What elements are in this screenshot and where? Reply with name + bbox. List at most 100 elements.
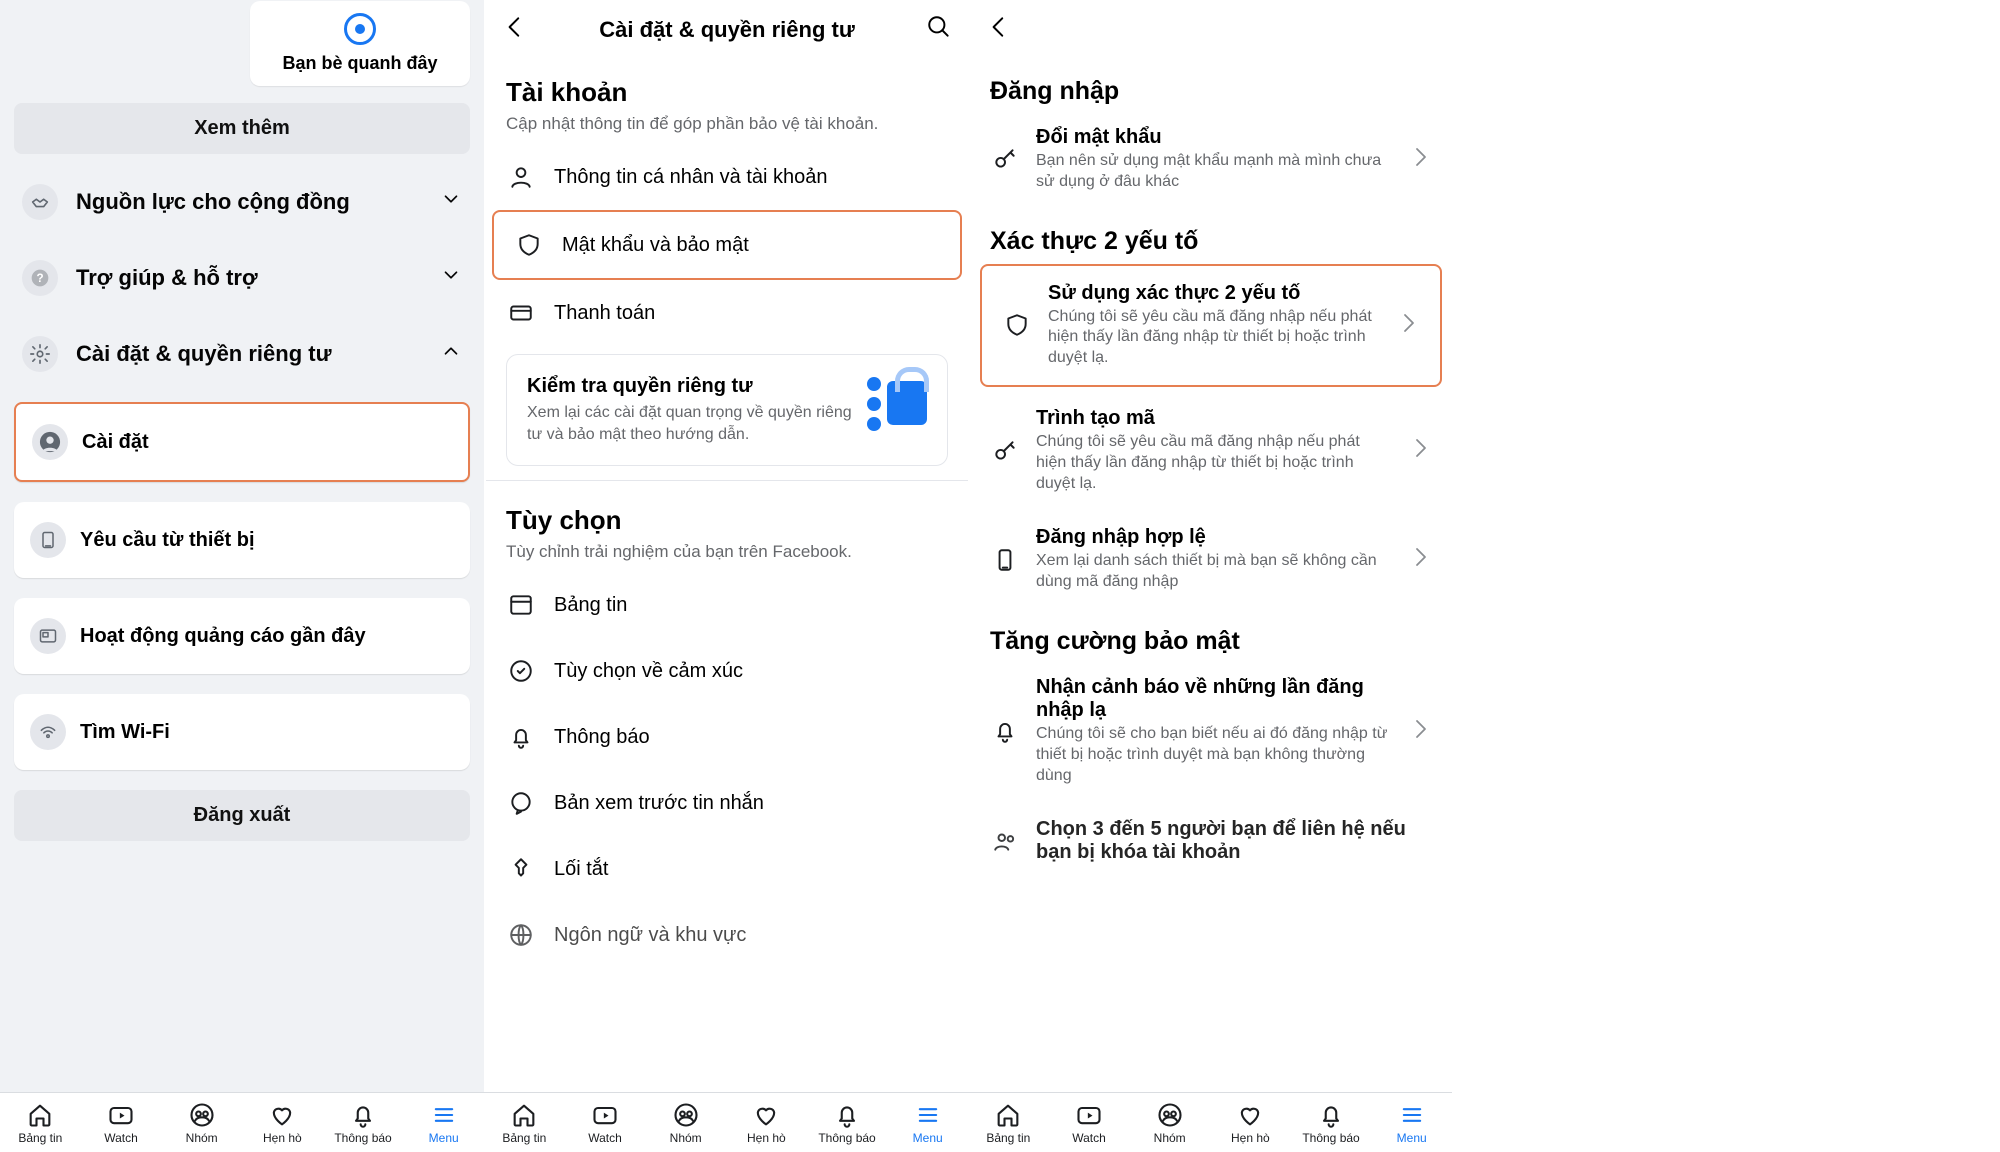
search-button[interactable] [926,14,952,45]
row-label: Bảng tin [554,594,627,617]
panel-menu: Bạn bè quanh đây Xem thêm Nguồn lực cho … [0,0,484,1152]
friends-nearby-icon [344,13,376,45]
lock-checklist-icon [867,375,927,431]
row-message-preview[interactable]: Bản xem trước tin nhắn [486,770,968,836]
tabbar: Bảng tinWatchNhómHẹn hòThông báoMenu [968,1092,1452,1152]
key-icon [990,144,1020,174]
menu-find-wifi[interactable]: Tìm Wi-Fi [14,694,470,770]
profile-gear-icon [32,424,68,460]
section-2fa-title: Xác thực 2 yếu tố [970,209,1452,260]
row-title: Đổi mật khẩu [1036,126,1392,149]
friends-icon [990,826,1020,856]
row-notifications[interactable]: Thông báo [486,704,968,770]
row-label: Lối tắt [554,858,608,881]
shield-icon [1002,310,1032,340]
person-icon [506,162,536,192]
menu-help-support[interactable]: ? Trợ giúp & hỗ trợ [0,240,484,316]
tabbar: Bảng tinWatchNhómHẹn hòThông báoMenu [484,1092,968,1152]
row-label: Tùy chọn về cảm xúc [554,660,743,683]
tab-menu[interactable]: Menu [403,1093,484,1152]
chevron-down-icon [440,264,462,292]
privacy-checkup-card[interactable]: Kiểm tra quyền riêng tư Xem lại các cài … [506,354,948,466]
chevron-right-icon [1408,545,1432,574]
row-label: Thanh toán [554,302,655,325]
globe-icon [506,920,536,950]
chevron-right-icon [1408,717,1432,746]
tab-watch[interactable]: Watch [565,1093,646,1152]
menu-device-requests[interactable]: Yêu cầu từ thiết bị [14,502,470,578]
tab-dating[interactable]: Hẹn hò [726,1093,807,1152]
row-label: Bản xem trước tin nhắn [554,792,764,815]
row-title: Nhận cảnh báo về những lần đăng nhập lạ [1036,676,1392,722]
tab-menu[interactable]: Menu [887,1093,968,1152]
tabbar: Bảng tinWatchNhómHẹn hòThông báoMenu [0,1092,484,1152]
row-sub: Bạn nên sử dụng mật khẩu mạnh mà mình ch… [1036,151,1392,193]
menu-settings[interactable]: Cài đặt [14,402,470,482]
chevron-up-icon [440,340,462,368]
row-reaction-prefs[interactable]: Tùy chọn về cảm xúc [486,638,968,704]
tab-notif[interactable]: Thông báo [807,1093,888,1152]
tab-groups[interactable]: Nhóm [645,1093,726,1152]
chevron-down-icon [440,188,462,216]
row-use-2fa[interactable]: Sử dụng xác thực 2 yếu tố Chúng tôi sẽ y… [980,264,1442,387]
see-more-button[interactable]: Xem thêm [14,103,470,154]
menu-label: Trợ giúp & hỗ trợ [76,265,258,291]
tab-notif[interactable]: Thông báo [1291,1093,1372,1152]
row-sub: Chúng tôi sẽ yêu cầu mã đăng nhập nếu ph… [1048,307,1380,369]
tab-menu[interactable]: Menu [1371,1093,1452,1152]
tab-watch[interactable]: Watch [81,1093,162,1152]
menu-label: Nguồn lực cho cộng đồng [76,189,350,215]
row-title: Chọn 3 đến 5 người bạn để liên hệ nếu bạ… [1036,818,1432,864]
row-sub: Chúng tôi sẽ yêu cầu mã đăng nhập nếu ph… [1036,432,1392,494]
back-button[interactable] [986,14,1012,45]
row-trusted-contacts[interactable]: Chọn 3 đến 5 người bạn để liên hệ nếu bạ… [970,802,1452,880]
pin-icon [506,854,536,884]
tab-feed[interactable]: Bảng tin [968,1093,1049,1152]
row-change-password[interactable]: Đổi mật khẩu Bạn nên sử dụng mật khẩu mạ… [970,110,1452,209]
chevron-right-icon [1408,436,1432,465]
tab-groups[interactable]: Nhóm [161,1093,242,1152]
logout-button[interactable]: Đăng xuất [14,790,470,841]
shortcut-friends-nearby[interactable]: Bạn bè quanh đây [250,1,470,86]
key-icon [990,436,1020,466]
tab-groups[interactable]: Nhóm [1129,1093,1210,1152]
tab-feed[interactable]: Bảng tin [0,1093,81,1152]
menu-recent-ads[interactable]: Hoạt động quảng cáo gần đây [14,598,470,674]
row-payment[interactable]: Thanh toán [486,280,968,346]
row-shortcuts[interactable]: Lối tắt [486,836,968,902]
row-label: Thông tin cá nhân và tài khoản [554,166,828,189]
tab-dating[interactable]: Hẹn hò [1210,1093,1291,1152]
row-language-region[interactable]: Ngôn ngữ và khu vực [486,902,968,968]
tab-notif[interactable]: Thông báo [323,1093,404,1152]
menu-community-resources[interactable]: Nguồn lực cho cộng đồng [0,164,484,240]
card-sub: Xem lại các cài đặt quan trọng về quyền … [527,402,853,445]
section-login-title: Đăng nhập [970,59,1452,110]
row-login-alerts[interactable]: Nhận cảnh báo về những lần đăng nhập lạ … [970,660,1452,802]
shield-icon [514,230,544,260]
card-title: Kiểm tra quyền riêng tư [527,375,853,398]
row-label: Thông báo [554,726,650,749]
row-sub: Chúng tôi sẽ cho bạn biết nếu ai đó đăng… [1036,724,1392,786]
section-extra-title: Tăng cường bảo mật [970,609,1452,660]
item-label: Cài đặt [82,431,149,454]
row-code-generator[interactable]: Trình tạo mã Chúng tôi sẽ yêu cầu mã đăn… [970,391,1452,510]
tab-watch[interactable]: Watch [1049,1093,1130,1152]
row-title: Đăng nhập hợp lệ [1036,526,1392,549]
handshake-icon [22,184,58,220]
row-password-security[interactable]: Mật khẩu và bảo mật [492,210,962,280]
row-personal-info[interactable]: Thông tin cá nhân và tài khoản [486,144,968,210]
chat-icon [506,788,536,818]
row-feed[interactable]: Bảng tin [486,572,968,638]
question-icon: ? [22,260,58,296]
bell-icon [990,716,1020,746]
header: Cài đặt & quyền riêng tư [486,0,968,59]
menu-settings-privacy[interactable]: Cài đặt & quyền riêng tư [0,316,484,392]
tab-dating[interactable]: Hẹn hò [242,1093,323,1152]
tab-feed[interactable]: Bảng tin [484,1093,565,1152]
ads-icon [30,618,66,654]
back-button[interactable] [502,14,528,45]
row-valid-login[interactable]: Đăng nhập hợp lệ Xem lại danh sách thiết… [970,510,1452,609]
shortcut-label: Bạn bè quanh đây [282,53,437,74]
gear-icon [22,336,58,372]
row-title: Sử dụng xác thực 2 yếu tố [1048,282,1380,305]
